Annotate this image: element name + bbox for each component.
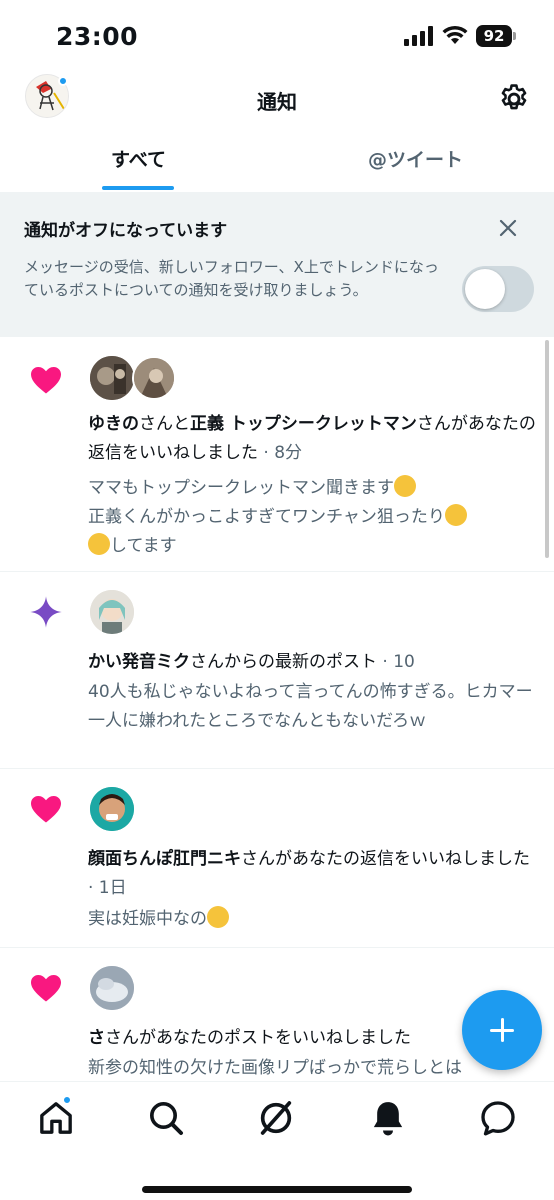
bottom-navigation [0,1081,554,1200]
active-tab-indicator [102,186,174,190]
wifi-icon [442,25,468,44]
toggle-knob [465,269,505,309]
notification-item[interactable]: ゆきのさんと正義 トップシークレットマンさんがあなたの返信をいいねしました · … [0,338,554,572]
status-time: 23:00 [56,22,139,51]
notification-item[interactable]: 顔面ちんぽ肛門ニキさんがあなたの返信をいいねしました · 1日 実は妊娠中なの [0,769,554,948]
gear-icon[interactable] [497,82,531,116]
heart-icon [31,366,61,394]
battery-indicator: 92 [476,25,518,47]
cellular-signal-icon [404,26,433,46]
messages-icon[interactable] [478,1098,518,1138]
avatar[interactable] [90,590,134,634]
notification-text: かい発音ミクさんからの最新のポスト · 10 [88,652,415,672]
notifications-bell-icon[interactable] [368,1098,408,1138]
rolling-laughing-emoji [444,504,467,526]
user-name[interactable]: さ [88,1028,105,1048]
notification-text: ゆきのさんと正義 トップシークレットマンさんがあなたの返信をいいねしました · … [88,414,536,463]
user-name[interactable]: かい発音ミク [88,652,190,672]
top-header: 通知 [0,70,554,130]
avatar[interactable] [132,356,176,400]
page-title: 通知 [257,90,297,114]
notification-preview: 実は妊娠中なの [88,905,538,934]
notification-text: 顔面ちんぽ肛門ニキさんがあなたの返信をいいねしました · 1日 [88,849,530,898]
relieved-face-emoji [207,906,229,928]
notifications-toggle[interactable] [462,266,534,312]
notification-item[interactable]: かい発音ミクさんからの最新のポスト · 10 40人も私じゃないよねって言ってん… [0,572,554,769]
banner-title: 通知がオフになっています [24,221,228,241]
notifications-off-banner: 通知がオフになっています メッセージの受信、新しいフォロワー、X上でトレンドにな… [0,192,554,337]
notification-preview: 新参の知性の欠けた画像リプばっかで荒らしとは [88,1058,462,1078]
tab-mentions[interactable]: @ツイート [277,136,554,192]
avatar[interactable] [90,966,134,1010]
relieved-face-emoji [394,475,416,497]
timestamp: · 10 [382,652,415,672]
tab-all[interactable]: すべて [0,136,277,192]
compose-button[interactable] [462,990,542,1070]
home-indicator [142,1186,412,1193]
tab-bar: すべて @ツイート [0,136,554,192]
user-name[interactable]: ゆきの [88,414,139,434]
scrollbar[interactable] [545,340,549,558]
notification-preview: 40人も私じゃないよねって言ってんの怖すぎる。ヒカマー一人に嫌われたところでなん… [88,682,533,731]
heart-icon [31,974,61,1002]
close-icon[interactable] [496,216,520,240]
battery-level: 92 [483,27,505,45]
rolling-laughing-emoji [88,533,110,555]
status-bar: 23:00 92 [0,0,554,70]
user-name[interactable]: 正義 トップシークレットマン [190,414,417,434]
profile-notification-dot [58,76,68,86]
grok-icon[interactable] [256,1098,296,1138]
timestamp: · 1日 [88,878,127,898]
timestamp: · 8分 [263,443,303,463]
sparkle-icon [30,596,62,628]
search-icon[interactable] [146,1098,186,1138]
avatar[interactable] [90,787,134,831]
banner-body: メッセージの受信、新しいフォロワー、X上でトレンドになっているポストについての通… [24,258,439,299]
notification-preview: ママもトップシークレットマン聞きます 正義くんがかっこよすぎてワンチャン狙ったり… [88,474,538,561]
heart-icon [31,795,61,823]
user-name[interactable]: 顔面ちんぽ肛門ニキ [88,849,241,869]
avatar[interactable] [90,356,134,400]
home-notification-dot [62,1095,72,1105]
